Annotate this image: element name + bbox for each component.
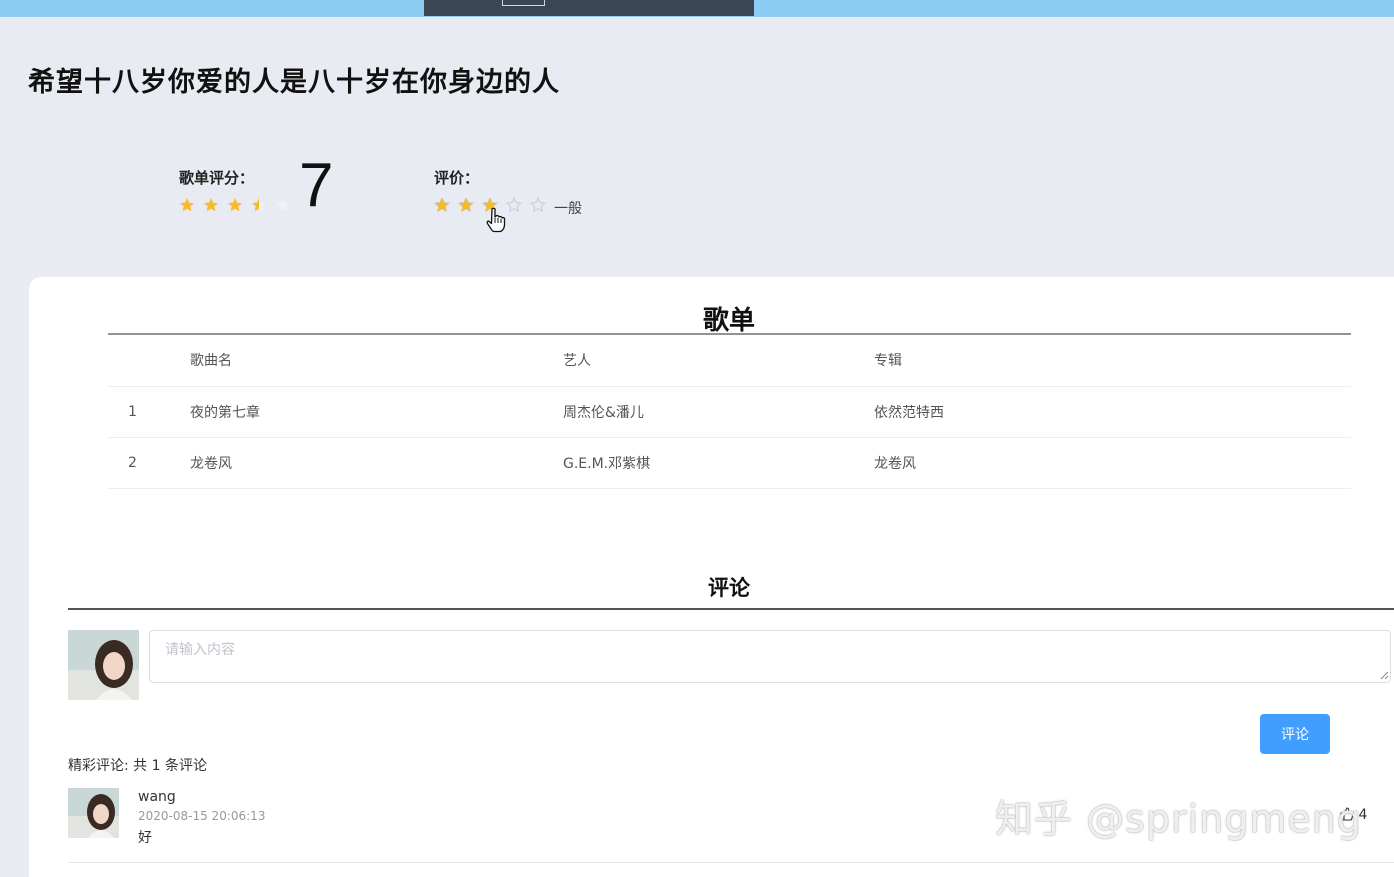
avatar-photo-icon — [68, 788, 119, 838]
star-icon[interactable] — [530, 197, 546, 213]
user-rating-text: 一般 — [554, 201, 582, 217]
comment-input[interactable] — [149, 630, 1391, 683]
column-header-index — [108, 335, 190, 387]
star-icon — [276, 198, 290, 212]
column-header-artist: 艺人 — [563, 335, 874, 387]
comments-divider — [68, 608, 1394, 610]
column-header-song: 歌曲名 — [190, 335, 563, 387]
thumbs-up-icon — [1340, 807, 1354, 821]
star-icon — [228, 198, 242, 212]
table-row[interactable]: 1 夜的第七章 周杰伦&潘儿 依然范特西 — [108, 386, 1351, 438]
content-card: 歌单 歌曲名 艺人 专辑 1 夜的第七章 周杰伦&潘儿 依然范特西 2 龙卷风 … — [29, 277, 1394, 877]
resize-grip-icon[interactable] — [1380, 671, 1389, 680]
star-icon[interactable] — [506, 197, 522, 213]
comment-text: 好 — [138, 830, 152, 846]
playlist-score-block: 歌单评分： — [179, 167, 290, 212]
star-icon[interactable] — [458, 197, 474, 213]
current-user-avatar — [68, 630, 139, 700]
column-header-album: 专辑 — [874, 335, 1351, 387]
comments-title: 评论 — [708, 576, 750, 600]
user-rating-block: 评价： — [434, 167, 546, 213]
hand-cursor-icon — [486, 207, 506, 233]
user-rating-label: 评价： — [434, 169, 480, 187]
row-index: 2 — [108, 437, 190, 489]
top-dark-panel — [424, 0, 754, 16]
comment-user-avatar[interactable] — [68, 788, 119, 838]
page-title: 希望十八岁你爱的人是八十岁在你身边的人 — [28, 67, 560, 98]
songlist-title: 歌单 — [702, 306, 755, 336]
comment-count: 精彩评论: 共 1 条评论 — [68, 758, 207, 774]
star-icon — [252, 198, 266, 212]
browser-top-bar — [0, 0, 1394, 17]
row-album[interactable]: 依然范特西 — [874, 386, 1351, 438]
table-header-row: 歌曲名 艺人 专辑 — [108, 335, 1351, 387]
table-row[interactable]: 2 龙卷风 G.E.M.邓紫棋 龙卷风 — [108, 437, 1351, 489]
comment-like-button[interactable]: 4 — [1340, 807, 1367, 823]
playlist-score-value: 7 — [299, 151, 334, 220]
row-artist[interactable]: 周杰伦&潘儿 — [563, 386, 874, 438]
row-artist[interactable]: G.E.M.邓紫棋 — [563, 437, 874, 489]
avatar-photo-icon — [68, 630, 139, 700]
comment-like-count: 4 — [1358, 807, 1368, 823]
row-index: 1 — [108, 386, 190, 438]
songlist-table: 歌曲名 艺人 专辑 1 夜的第七章 周杰伦&潘儿 依然范特西 2 龙卷风 G.E… — [108, 335, 1351, 489]
star-icon — [204, 198, 218, 212]
submit-comment-button[interactable]: 评论 — [1260, 714, 1330, 754]
row-album[interactable]: 龙卷风 — [874, 437, 1351, 489]
row-song-name[interactable]: 夜的第七章 — [190, 386, 563, 438]
top-tab-handle[interactable] — [502, 0, 545, 6]
star-icon[interactable] — [434, 197, 450, 213]
playlist-score-label: 歌单评分： — [179, 169, 255, 187]
row-song-name[interactable]: 龙卷风 — [190, 437, 563, 489]
comment-username[interactable]: wang — [138, 789, 176, 805]
comment-item-divider — [68, 862, 1394, 863]
comment-timestamp: 2020-08-15 20:06:13 — [138, 809, 266, 823]
star-icon — [180, 198, 194, 212]
